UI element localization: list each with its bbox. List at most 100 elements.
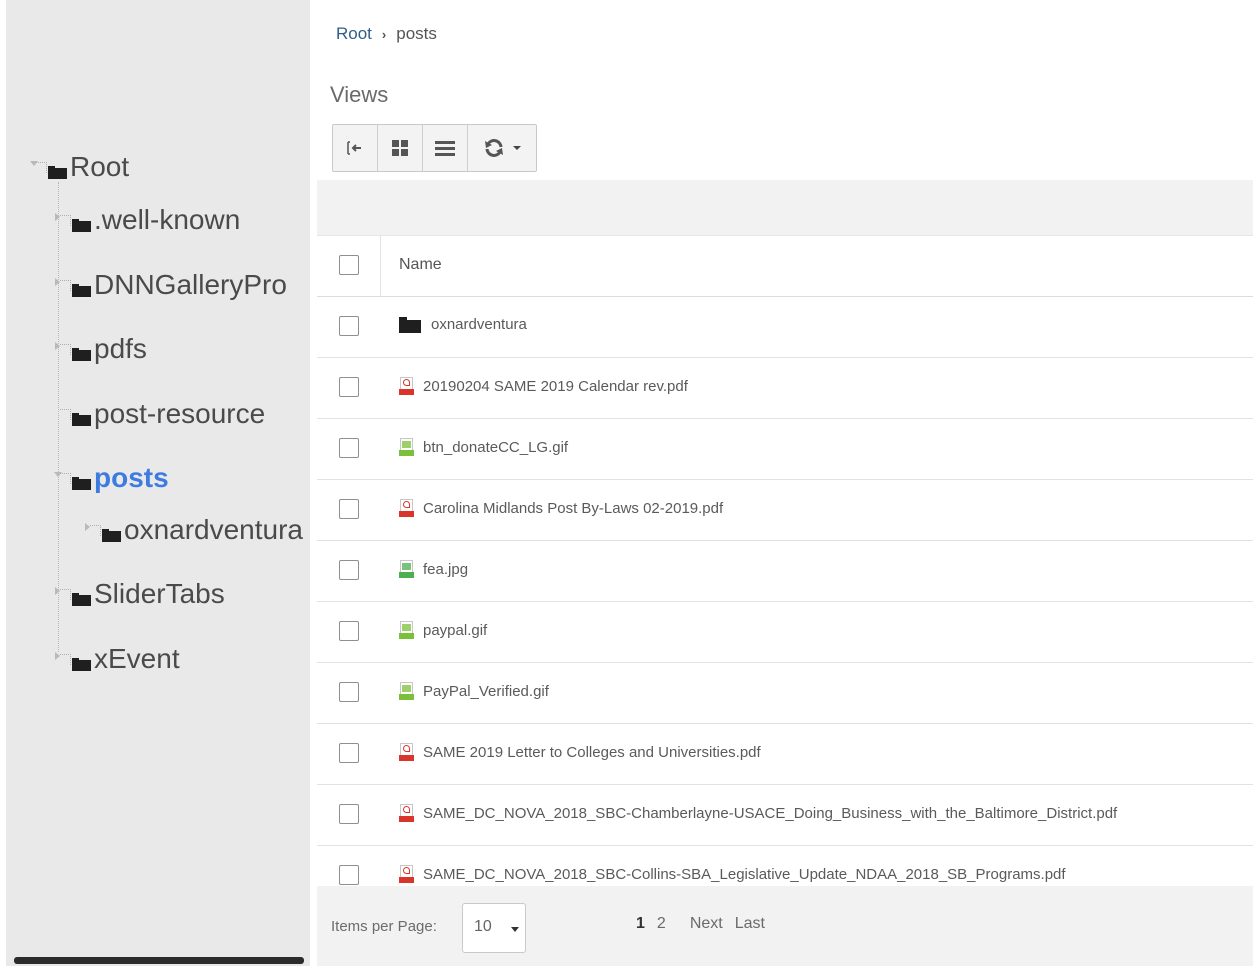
tree-node-label[interactable]: post-resource (94, 398, 265, 430)
table-row[interactable]: SAME_DC_NOVA_2018_SBC-Chamberlayne-USACE… (317, 785, 1253, 846)
tree-horizontal-scrollbar[interactable] (14, 957, 304, 964)
row-checkbox[interactable] (339, 438, 359, 458)
file-name[interactable]: btn_donateCC_LG.gif (423, 439, 568, 456)
table-row[interactable]: 20190204 SAME 2019 Calendar rev.pdf (317, 358, 1253, 419)
name-cell[interactable]: Carolina Midlands Post By-Laws 02-2019.p… (399, 499, 723, 517)
row-checkbox[interactable] (339, 560, 359, 580)
grid-header-row: Name (317, 235, 1253, 297)
file-name[interactable]: fea.jpg (423, 561, 468, 578)
tree-node[interactable]: posts (54, 461, 169, 495)
select-all-checkbox[interactable] (339, 255, 359, 275)
row-checkbox[interactable] (339, 804, 359, 824)
list-view-button[interactable] (423, 125, 468, 171)
folder-icon (72, 218, 91, 232)
tree-node-label[interactable]: Root (70, 151, 129, 183)
name-cell[interactable]: PayPal_Verified.gif (399, 682, 549, 700)
file-name[interactable]: SAME_DC_NOVA_2018_SBC-Chamberlayne-USACE… (423, 805, 1117, 822)
table-row[interactable]: paypal.gif (317, 602, 1253, 663)
tree-node[interactable]: .well-known (54, 203, 240, 237)
tree-node[interactable]: pdfs (54, 332, 147, 366)
file-name[interactable]: SAME_DC_NOVA_2018_SBC-Collins-SBA_Legisl… (423, 866, 1066, 883)
tree-node[interactable]: xEvent (54, 642, 180, 676)
tree-node[interactable]: DNNGalleryPro (54, 268, 287, 302)
folder-tree-panel: Root .well-known DNNGalleryPro pdfs post-res… (6, 0, 310, 966)
file-name[interactable]: oxnardventura (431, 316, 527, 333)
folder-icon (72, 283, 91, 297)
name-cell[interactable]: SAME_DC_NOVA_2018_SBC-Collins-SBA_Legisl… (399, 865, 1066, 883)
pager-page-link[interactable]: 2 (657, 915, 666, 932)
items-per-page-select[interactable]: 10 (462, 903, 526, 953)
row-checkbox[interactable] (339, 682, 359, 702)
file-name[interactable]: 20190204 SAME 2019 Calendar rev.pdf (423, 378, 688, 395)
tree-node-label[interactable]: .well-known (94, 204, 240, 236)
tree-node[interactable]: post-resource (54, 397, 265, 431)
tree-node[interactable]: oxnardventura (84, 513, 303, 547)
view-toolbar (332, 124, 537, 172)
table-row[interactable]: SAME 2019 Letter to Colleges and Univers… (317, 724, 1253, 785)
tree-collapsed-arrow-icon[interactable] (54, 278, 71, 292)
name-cell[interactable]: 20190204 SAME 2019 Calendar rev.pdf (399, 377, 688, 395)
row-checkbox[interactable] (339, 621, 359, 641)
tree-node[interactable]: Root (30, 150, 129, 184)
table-row[interactable]: oxnardventura (317, 297, 1253, 358)
folder-icon (72, 657, 91, 671)
breadcrumb-current: posts (396, 24, 437, 43)
refresh-dropdown-button[interactable] (468, 125, 536, 171)
grid-footer (317, 886, 1253, 966)
breadcrumb: Root › posts (336, 24, 437, 44)
name-cell[interactable]: fea.jpg (399, 560, 468, 578)
row-checkbox[interactable] (339, 377, 359, 397)
pdf-file-icon (399, 804, 415, 822)
row-checkbox[interactable] (339, 865, 359, 885)
pager-page-link[interactable]: 1 (636, 915, 645, 932)
tree-node-label[interactable]: pdfs (94, 333, 147, 365)
row-checkbox[interactable] (339, 316, 359, 336)
file-grid: Name oxnardventura 20190204 SAME 2019 Cal… (317, 235, 1253, 907)
gif-file-icon (399, 621, 415, 639)
file-name[interactable]: SAME 2019 Letter to Colleges and Univers… (423, 744, 761, 761)
breadcrumb-separator-icon: › (381, 26, 387, 42)
collapse-panel-icon (347, 141, 361, 155)
file-name[interactable]: PayPal_Verified.gif (423, 683, 549, 700)
name-cell[interactable]: btn_donateCC_LG.gif (399, 438, 568, 456)
pdf-file-icon (399, 743, 415, 761)
tree-node-label[interactable]: oxnardventura (124, 514, 303, 546)
name-cell[interactable]: oxnardventura (399, 316, 527, 333)
pager-last-link[interactable]: Last (735, 915, 765, 933)
name-cell[interactable]: SAME 2019 Letter to Colleges and Univers… (399, 743, 761, 761)
tree-collapsed-arrow-icon[interactable] (54, 213, 71, 227)
table-row[interactable]: Carolina Midlands Post By-Laws 02-2019.p… (317, 480, 1253, 541)
tree-node-label[interactable]: xEvent (94, 643, 180, 675)
table-row[interactable]: fea.jpg (317, 541, 1253, 602)
tree-node-label[interactable]: SliderTabs (94, 578, 225, 610)
folder-icon (48, 165, 67, 179)
tree-node-label[interactable]: posts (94, 462, 169, 494)
tree-collapsed-arrow-icon[interactable] (54, 587, 71, 601)
row-checkbox[interactable] (339, 743, 359, 763)
name-cell[interactable]: paypal.gif (399, 621, 487, 639)
tree-node-label[interactable]: DNNGalleryPro (94, 269, 287, 301)
file-name[interactable]: paypal.gif (423, 622, 487, 639)
table-row[interactable]: btn_donateCC_LG.gif (317, 419, 1253, 480)
name-cell[interactable]: SAME_DC_NOVA_2018_SBC-Chamberlayne-USACE… (399, 804, 1117, 822)
tree-collapsed-arrow-icon[interactable] (54, 342, 71, 356)
pdf-file-icon (399, 499, 415, 517)
pager: 12 Next Last (636, 915, 777, 933)
row-checkbox[interactable] (339, 499, 359, 519)
tree-expanded-arrow-icon[interactable] (30, 160, 47, 174)
name-column-header[interactable]: Name (399, 256, 442, 274)
pager-next-link[interactable]: Next (690, 915, 723, 933)
tree-node[interactable]: SliderTabs (54, 577, 225, 611)
tree-expanded-arrow-icon[interactable] (54, 471, 71, 485)
table-row[interactable]: PayPal_Verified.gif (317, 663, 1253, 724)
breadcrumb-root-link[interactable]: Root (336, 24, 372, 44)
tree-collapsed-arrow-icon[interactable] (54, 652, 71, 666)
gif-file-icon (399, 682, 415, 700)
collapse-panel-button[interactable] (333, 125, 378, 171)
thumbnail-view-button[interactable] (378, 125, 423, 171)
file-name[interactable]: Carolina Midlands Post By-Laws 02-2019.p… (423, 500, 723, 517)
tree-collapsed-arrow-icon[interactable] (84, 523, 101, 537)
folder-icon (72, 412, 91, 426)
items-per-page-value: 10 (474, 918, 492, 935)
list-view-icon (435, 141, 455, 156)
